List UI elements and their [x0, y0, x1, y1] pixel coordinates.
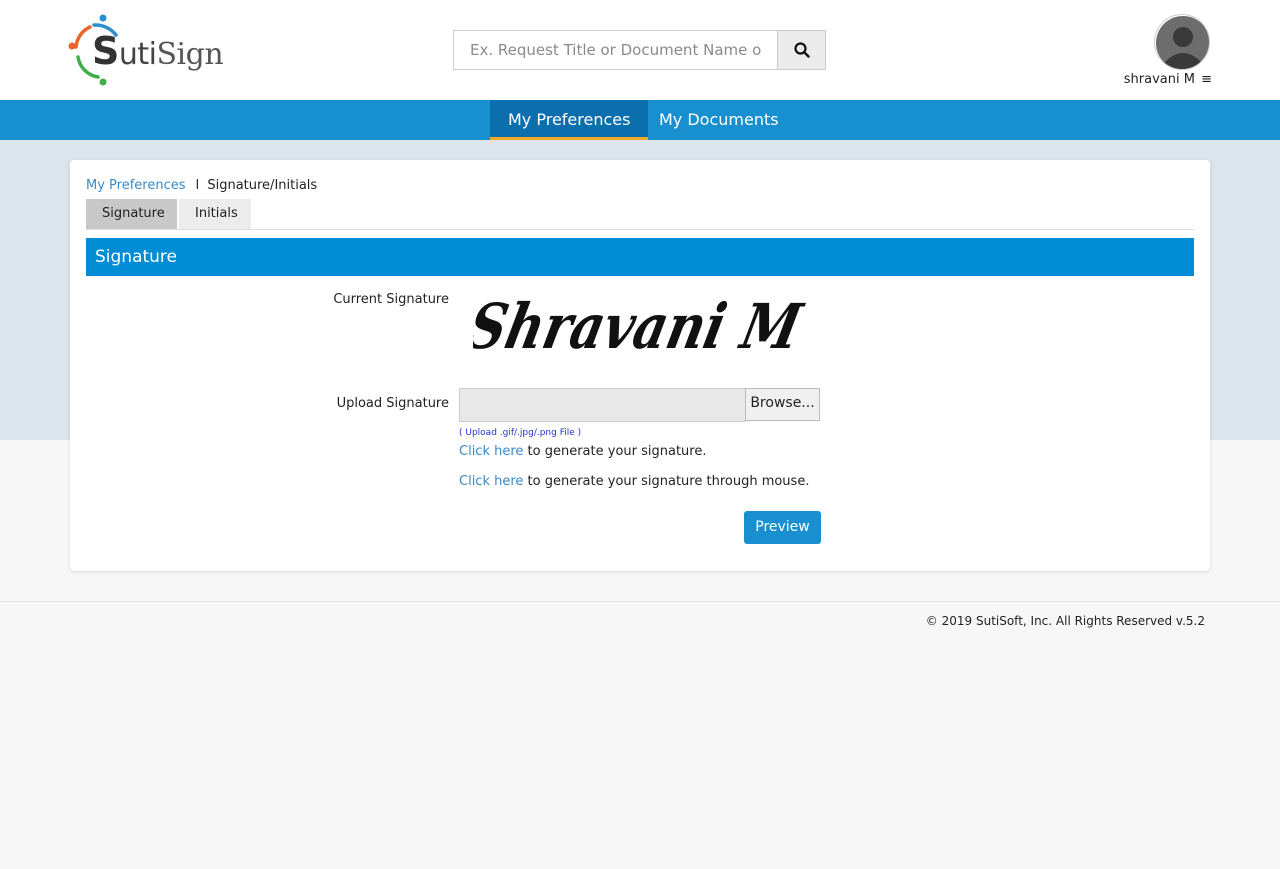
breadcrumb: My Preferences I Signature/Initials — [86, 178, 317, 193]
current-signature-label: Current Signature — [333, 292, 449, 307]
file-path-field[interactable] — [459, 388, 746, 422]
tab-my-preferences[interactable]: My Preferences — [490, 100, 649, 140]
signature-subtabs: Signature Initials — [86, 199, 1194, 230]
search-button[interactable] — [777, 30, 826, 70]
mouse-signature-text: to generate your signature through mouse… — [523, 474, 810, 489]
main-nav: My Preferences My Documents — [0, 100, 1280, 140]
upload-hint: ( Upload .gif/.jpg/.png File ) — [459, 428, 582, 438]
search-icon — [793, 42, 810, 58]
breadcrumb-my-preferences[interactable]: My Preferences — [86, 178, 186, 193]
generate-signature-line: Click here to generate your signature. — [459, 444, 706, 459]
footer-copyright: © 2019 SutiSoft, Inc. All Rights Reserve… — [925, 614, 1205, 628]
header: SutiSign shravani M ≡ — [0, 0, 1280, 100]
sutisign-logo[interactable]: SutiSign — [68, 13, 224, 87]
breadcrumb-separator: I — [195, 178, 200, 193]
footer-divider — [0, 601, 1280, 602]
signature-text: Shravani M — [473, 290, 809, 363]
current-signature-image: Shravani M — [473, 290, 809, 363]
upload-signature-label: Upload Signature — [336, 396, 449, 411]
preview-button[interactable]: Preview — [744, 511, 821, 544]
generate-signature-text: to generate your signature. — [523, 444, 707, 459]
tab-my-documents[interactable]: My Documents — [641, 100, 797, 140]
mouse-signature-link[interactable]: Click here — [459, 474, 523, 489]
browse-button[interactable]: Browse... — [745, 388, 820, 421]
user-menu[interactable]: shravani M ≡ — [1110, 72, 1212, 87]
user-avatar-icon — [1156, 16, 1209, 69]
subtab-signature[interactable]: Signature — [86, 199, 177, 229]
breadcrumb-current: Signature/Initials — [207, 178, 318, 193]
user-name: shravani M — [1123, 72, 1195, 87]
subtab-initials[interactable]: Initials — [179, 199, 251, 229]
mouse-signature-line: Click here to generate your signature th… — [459, 474, 809, 489]
logo-text: SutiSign — [92, 29, 224, 73]
section-title: Signature — [86, 238, 1194, 276]
avatar[interactable] — [1154, 14, 1210, 70]
search-bar — [453, 30, 826, 70]
generate-signature-link[interactable]: Click here — [459, 444, 523, 459]
hamburger-menu-icon[interactable]: ≡ — [1201, 72, 1212, 87]
search-input[interactable] — [453, 30, 777, 70]
preferences-card: My Preferences I Signature/Initials Signat… — [70, 160, 1210, 571]
